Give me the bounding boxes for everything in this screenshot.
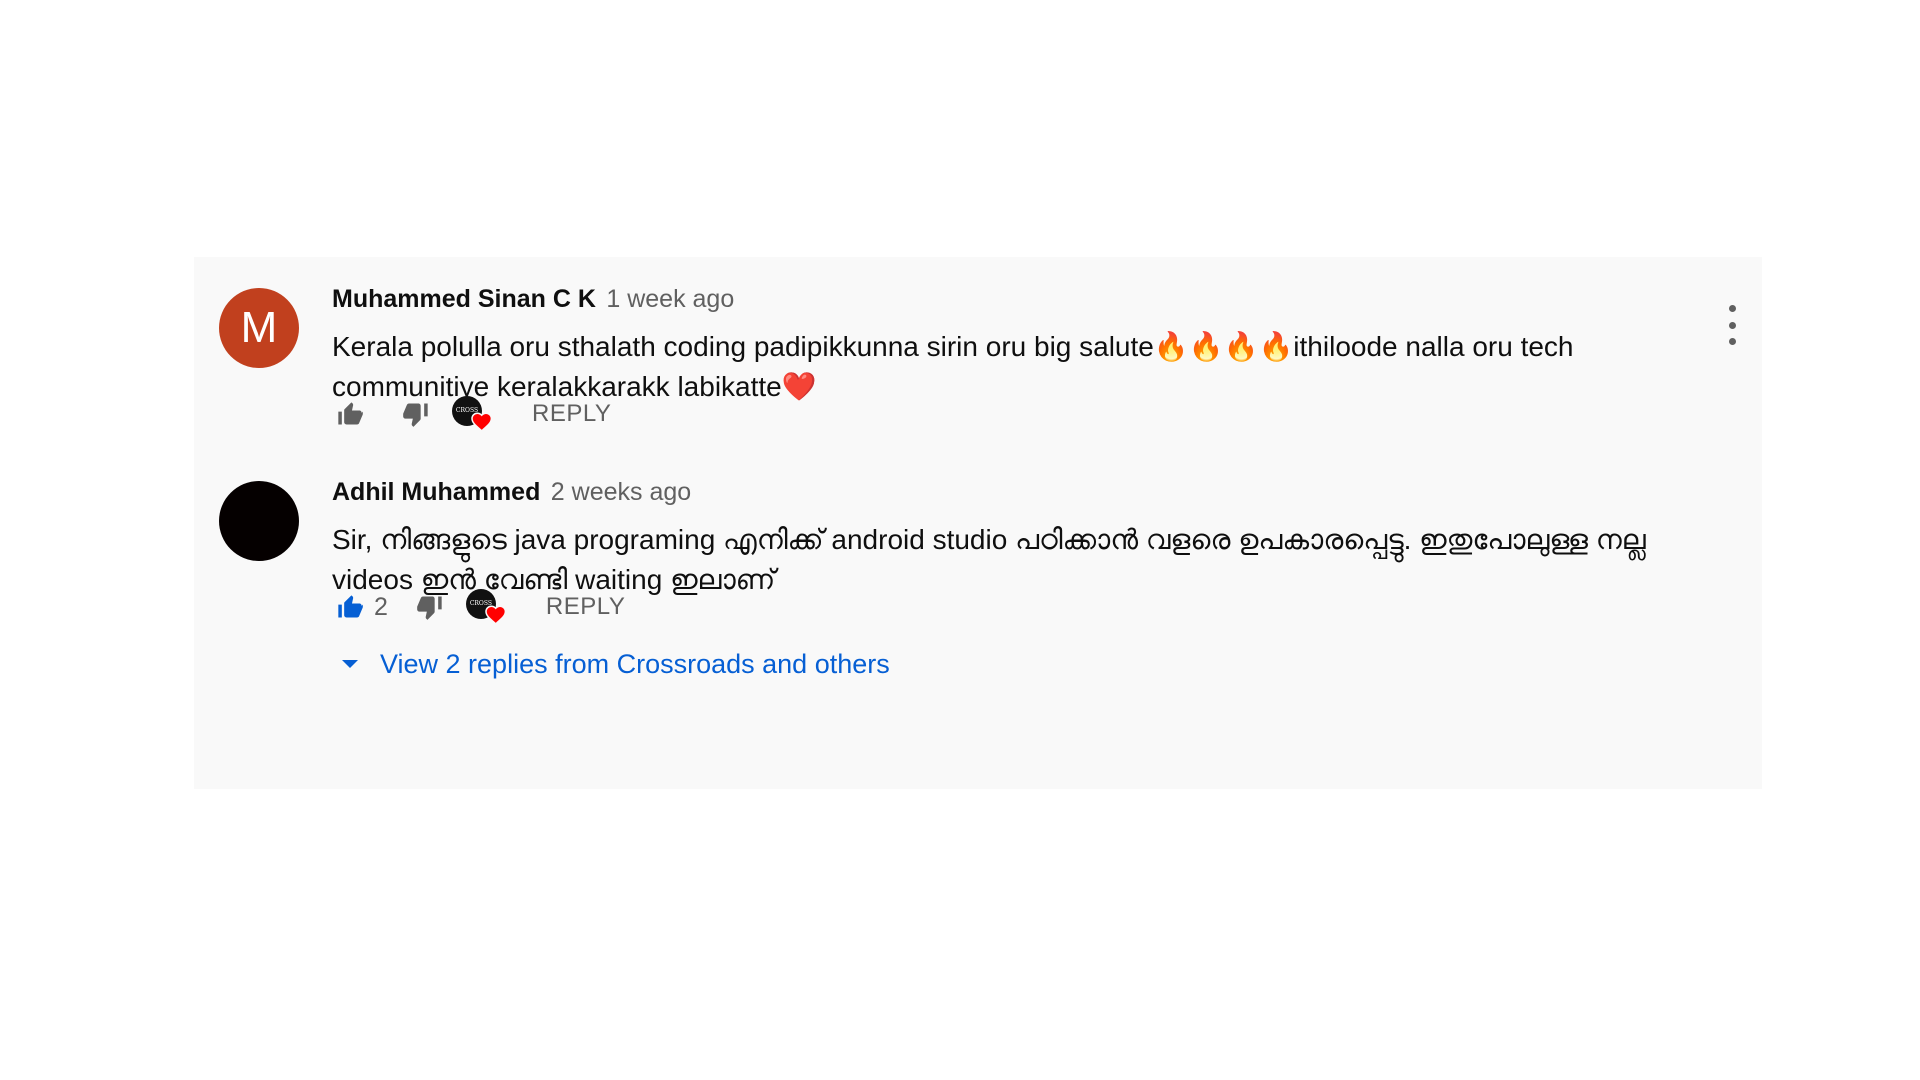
like-button[interactable]	[330, 394, 370, 434]
dislike-button[interactable]	[396, 394, 436, 434]
more-vert-icon-dot	[1728, 338, 1736, 345]
thumb-down-icon	[417, 596, 442, 620]
more-vert-icon	[1728, 305, 1736, 312]
heart-icon	[485, 605, 507, 625]
comment-time[interactable]: 2 weeks ago	[551, 478, 691, 506]
reply-button[interactable]: REPLY	[546, 593, 625, 621]
view-replies-label: View 2 replies from Crossroads and other…	[380, 648, 890, 679]
like-count: 2	[374, 592, 388, 621]
avatar-letter: M	[240, 303, 278, 352]
thumb-down-icon	[403, 403, 428, 427]
avatar[interactable]	[219, 481, 299, 561]
comment-time[interactable]: 1 week ago	[606, 285, 734, 313]
thumb-up-icon	[338, 402, 363, 425]
comment-actions: 2 CROSS REPLY	[330, 585, 625, 629]
view-replies-button[interactable]: View 2 replies from Crossroads and other…	[330, 644, 890, 684]
comment-author[interactable]: Muhammed Sinan C K	[332, 285, 596, 313]
comment-author[interactable]: Adhil Muhammed	[332, 478, 540, 506]
comment-header: Muhammed Sinan C K 1 week ago	[332, 285, 734, 314]
creator-heart: CROSS	[450, 392, 496, 436]
avatar[interactable]: M	[219, 288, 299, 368]
creator-heart: CROSS	[464, 585, 510, 629]
thumb-up-icon	[338, 595, 363, 618]
more-actions-button[interactable]	[1720, 305, 1744, 345]
dislike-button[interactable]	[410, 587, 450, 627]
caret-down-icon	[330, 644, 370, 684]
more-vert-icon-dot	[1728, 321, 1736, 329]
like-button[interactable]	[330, 587, 370, 627]
comment-actions: CROSS REPLY	[330, 392, 611, 436]
comment-header: Adhil Muhammed 2 weeks ago	[332, 478, 691, 507]
heart-icon	[471, 412, 493, 432]
reply-button[interactable]: REPLY	[532, 400, 611, 428]
comments-panel: M Muhammed Sinan C K 1 week ago Kerala p…	[194, 257, 1762, 789]
